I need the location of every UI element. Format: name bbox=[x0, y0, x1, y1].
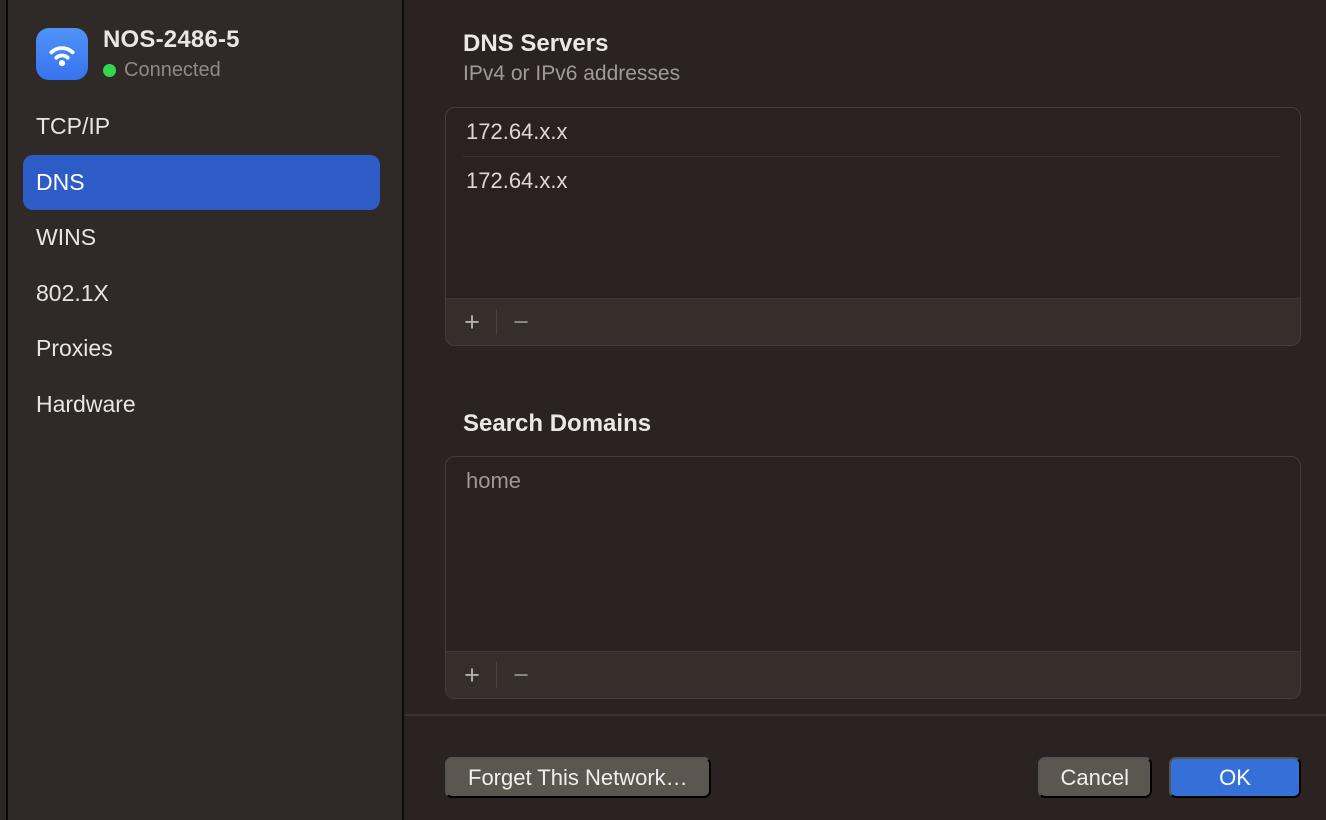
footer-divider bbox=[404, 714, 1326, 716]
sidebar: NOS-2486-5 Connected TCP/IP DNS WINS 802… bbox=[8, 0, 404, 820]
status-label: Connected bbox=[124, 59, 221, 82]
ok-button[interactable]: OK bbox=[1169, 757, 1301, 798]
add-search-domain-button[interactable]: + bbox=[454, 652, 490, 698]
search-domains-toolbar: + − bbox=[446, 651, 1300, 698]
main-pane: DNS Servers IPv4 or IPv6 addresses 172.6… bbox=[404, 0, 1326, 820]
dns-servers-title: DNS Servers bbox=[463, 30, 608, 58]
dns-servers-toolbar: + − bbox=[446, 298, 1300, 345]
toolbar-divider bbox=[496, 309, 497, 335]
sidebar-item-hardware[interactable]: Hardware bbox=[23, 377, 380, 433]
network-header: NOS-2486-5 Connected bbox=[36, 26, 240, 82]
sidebar-item-dns[interactable]: DNS bbox=[23, 155, 380, 211]
window-edge bbox=[0, 0, 8, 820]
search-domains-title: Search Domains bbox=[463, 410, 651, 438]
sidebar-item-8021x[interactable]: 802.1X bbox=[23, 266, 380, 322]
minus-icon: − bbox=[513, 662, 529, 689]
network-meta: NOS-2486-5 Connected bbox=[103, 26, 240, 82]
cancel-button[interactable]: Cancel bbox=[1038, 757, 1152, 798]
wifi-icon bbox=[36, 28, 88, 80]
dns-servers-list: 172.64.x.x 172.64.x.x + − bbox=[445, 107, 1301, 346]
search-domain-entry[interactable]: home bbox=[446, 457, 1300, 505]
remove-dns-server-button[interactable]: − bbox=[503, 299, 539, 345]
sidebar-item-proxies[interactable]: Proxies bbox=[23, 321, 380, 377]
forget-network-button[interactable]: Forget This Network… bbox=[445, 757, 711, 798]
sidebar-nav: TCP/IP DNS WINS 802.1X Proxies Hardware bbox=[8, 99, 402, 432]
sidebar-item-tcpip[interactable]: TCP/IP bbox=[23, 99, 380, 155]
dns-servers-subtitle: IPv4 or IPv6 addresses bbox=[463, 62, 680, 86]
plus-icon: + bbox=[464, 309, 480, 336]
toolbar-divider bbox=[496, 662, 497, 688]
footer-actions: Cancel OK bbox=[1038, 757, 1301, 798]
plus-icon: + bbox=[464, 662, 480, 689]
status-dot-icon bbox=[103, 64, 116, 77]
search-domains-list: home + − bbox=[445, 456, 1301, 699]
network-status: Connected bbox=[103, 59, 240, 82]
minus-icon: − bbox=[513, 309, 529, 336]
add-dns-server-button[interactable]: + bbox=[454, 299, 490, 345]
remove-search-domain-button[interactable]: − bbox=[503, 652, 539, 698]
dns-server-entry[interactable]: 172.64.x.x bbox=[446, 157, 1300, 205]
sidebar-item-wins[interactable]: WINS bbox=[23, 210, 380, 266]
dns-server-entry[interactable]: 172.64.x.x bbox=[446, 108, 1300, 156]
network-name: NOS-2486-5 bbox=[103, 26, 240, 54]
